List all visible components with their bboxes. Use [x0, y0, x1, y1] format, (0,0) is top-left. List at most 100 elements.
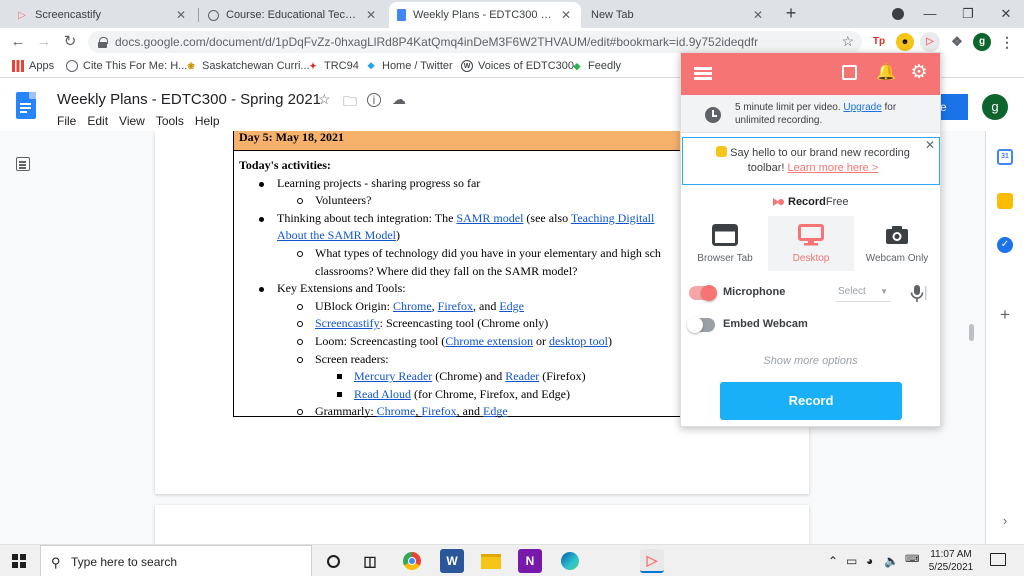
- document-link[interactable]: Teaching Digitall: [571, 211, 654, 225]
- document-link[interactable]: Firefox: [421, 404, 456, 418]
- document-link[interactable]: Read Aloud: [354, 387, 411, 401]
- mode-browser-tab[interactable]: Browser Tab: [682, 216, 768, 271]
- calendar-icon[interactable]: 31: [997, 149, 1013, 165]
- document-link[interactable]: Reader: [505, 369, 539, 383]
- keep-icon[interactable]: [997, 193, 1013, 209]
- tab-close-icon[interactable]: ✕: [364, 8, 378, 22]
- document-link[interactable]: About the SAMR Model: [277, 228, 396, 242]
- microphone-select[interactable]: Select ▼: [836, 282, 891, 302]
- notification-center-icon[interactable]: [990, 553, 1006, 566]
- docs-logo-icon[interactable]: [16, 92, 36, 119]
- embed-webcam-toggle[interactable]: [687, 317, 715, 333]
- bookmark-feedly[interactable]: ◆ Feedly: [571, 60, 622, 72]
- document-link[interactable]: Chrome: [393, 299, 432, 313]
- forward-arrow-icon[interactable]: →: [34, 32, 54, 52]
- menu-help[interactable]: Help: [195, 114, 220, 128]
- tab-close-icon[interactable]: ✕: [559, 8, 573, 22]
- edge-app-icon[interactable]: [558, 549, 582, 573]
- bookmark-saskatchewan-curriculum[interactable]: ❀ Saskatchewan Curri...: [185, 60, 309, 72]
- document-link[interactable]: Chrome: [377, 404, 416, 418]
- info-icon[interactable]: i: [367, 93, 381, 107]
- bookmark-twitter[interactable]: ❖ Home / Twitter: [365, 60, 453, 72]
- mode-desktop[interactable]: Desktop: [768, 216, 854, 271]
- address-bar[interactable]: docs.google.com/document/d/1pDqFvZz-0hxa…: [88, 31, 862, 53]
- add-addon-plus-icon[interactable]: +: [997, 306, 1013, 323]
- show-hidden-icons-chevron[interactable]: ⌃: [828, 554, 838, 568]
- menu-file[interactable]: File: [57, 114, 76, 128]
- volume-icon[interactable]: 🔈: [884, 554, 899, 568]
- microphone-toggle[interactable]: [689, 285, 717, 301]
- reload-icon[interactable]: ↻: [60, 32, 80, 52]
- task-view-icon[interactable]: ◫: [358, 549, 382, 573]
- battery-icon[interactable]: ▭: [846, 554, 857, 568]
- show-more-options-link[interactable]: Show more options: [681, 355, 940, 367]
- notification-bell-icon[interactable]: 🔔: [876, 64, 896, 82]
- video-library-icon[interactable]: [841, 64, 859, 82]
- day-body-cell[interactable]: Today's activities: Learning projects - s…: [233, 151, 713, 418]
- menu-view[interactable]: View: [119, 114, 145, 128]
- taskbar-search-box[interactable]: ⚲ Type here to search: [40, 545, 312, 576]
- tab-search-icon[interactable]: [880, 0, 916, 28]
- document-page-next[interactable]: [155, 505, 809, 544]
- screencastify-extension-icon[interactable]: ▷: [920, 32, 940, 52]
- expand-panel-chevron-icon[interactable]: ›: [997, 513, 1013, 529]
- bullet-icon: [297, 338, 303, 345]
- document-link[interactable]: SAMR model: [456, 211, 523, 225]
- document-link[interactable]: Chrome extension: [445, 334, 533, 348]
- user-avatar[interactable]: g: [982, 94, 1008, 120]
- menu-edit[interactable]: Edit: [87, 114, 108, 128]
- bookmark-apps[interactable]: Apps: [12, 60, 54, 72]
- bookmark-voices-of-edtc300[interactable]: W Voices of EDTC300: [461, 60, 574, 72]
- back-arrow-icon[interactable]: ←: [8, 32, 28, 52]
- vertical-scrollbar-thumb[interactable]: [969, 324, 974, 341]
- document-title[interactable]: Weekly Plans - EDTC300 - Spring 2021: [57, 91, 321, 108]
- minimize-icon[interactable]: —: [912, 0, 948, 28]
- new-tab-plus-icon[interactable]: +: [781, 3, 801, 23]
- bookmark-star-icon[interactable]: ☆: [841, 33, 854, 50]
- upgrade-link[interactable]: Upgrade: [843, 102, 881, 113]
- mode-webcam-only[interactable]: Webcam Only: [854, 216, 940, 271]
- tab-course[interactable]: Course: Educational Technology i ✕: [200, 2, 386, 28]
- tab-close-icon[interactable]: ✕: [751, 8, 765, 22]
- windows-start-icon[interactable]: [12, 554, 26, 568]
- chrome-app-icon[interactable]: [400, 549, 424, 573]
- record-button[interactable]: Record: [720, 382, 902, 420]
- learn-more-link[interactable]: Learn more here >: [787, 162, 878, 174]
- cloud-saved-icon[interactable]: ☁: [392, 91, 406, 108]
- wifi-icon[interactable]: ◕: [866, 554, 873, 568]
- bookmark-cite-this-for-me[interactable]: Cite This For Me: H...: [66, 60, 187, 72]
- menu-tools[interactable]: Tools: [156, 114, 184, 128]
- folder-icon[interactable]: 🗀: [343, 91, 357, 115]
- settings-gear-icon[interactable]: ⚙: [910, 63, 928, 82]
- file-explorer-icon[interactable]: [479, 549, 503, 573]
- screencastify-taskbar-icon[interactable]: ▷: [640, 549, 664, 573]
- extensions-puzzle-icon[interactable]: ❖: [948, 33, 966, 51]
- day-header-cell[interactable]: Day 5: May 18, 2021: [233, 131, 713, 151]
- hamburger-menu-icon[interactable]: [694, 67, 712, 70]
- tp-extension-icon[interactable]: Tp: [870, 33, 888, 51]
- tab-screencastify[interactable]: ▷ Screencastify ✕: [8, 2, 196, 28]
- taskbar-clock[interactable]: 11:07 AM 5/25/2021: [926, 548, 976, 574]
- window-close-icon[interactable]: ✕: [988, 0, 1024, 28]
- bookmark-trc94[interactable]: ✦ TRC94: [307, 60, 359, 72]
- tasks-icon[interactable]: ✓: [997, 237, 1013, 253]
- tab-new-tab[interactable]: New Tab ✕: [583, 2, 773, 28]
- star-icon[interactable]: ☆: [318, 91, 331, 108]
- honey-extension-icon[interactable]: ☻: [896, 33, 914, 51]
- document-link[interactable]: Screencastify: [315, 316, 380, 330]
- browser-menu-icon[interactable]: ⋮: [998, 33, 1016, 51]
- tab-close-icon[interactable]: ✕: [174, 8, 188, 22]
- restore-icon[interactable]: ❐: [950, 0, 986, 28]
- document-link[interactable]: Firefox: [438, 299, 473, 313]
- document-link[interactable]: Edge: [499, 299, 524, 313]
- document-link[interactable]: Edge: [483, 404, 508, 418]
- onenote-app-icon[interactable]: N: [518, 549, 542, 573]
- cortana-circle-icon[interactable]: [321, 549, 345, 573]
- word-app-icon[interactable]: W: [440, 549, 464, 573]
- language-icon[interactable]: ⌨: [905, 554, 919, 565]
- document-link[interactable]: desktop tool: [549, 334, 608, 348]
- profile-avatar[interactable]: g: [973, 33, 991, 51]
- document-outline-icon[interactable]: [16, 157, 30, 171]
- tab-weekly-plans[interactable]: Weekly Plans - EDTC300 - Spring ✕: [389, 2, 581, 28]
- document-link[interactable]: Mercury Reader: [354, 369, 432, 383]
